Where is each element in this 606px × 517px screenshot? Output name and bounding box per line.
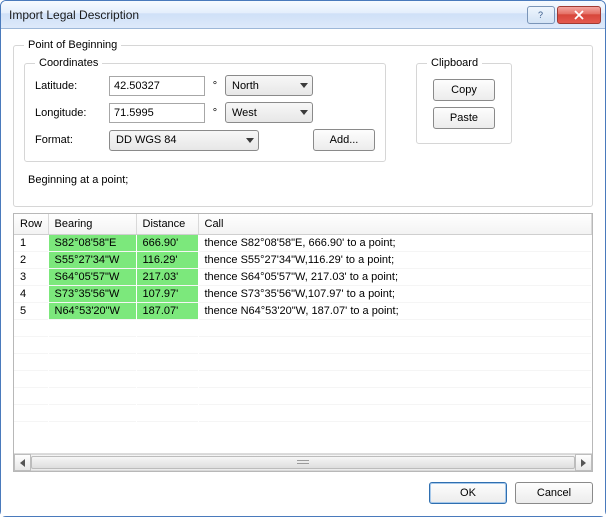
- triangle-right-icon: [581, 459, 586, 467]
- latitude-direction-select[interactable]: North: [225, 75, 313, 96]
- cell-bearing[interactable]: S55°27'34"W: [48, 251, 136, 268]
- cell-bearing[interactable]: S73°35'56"W: [48, 285, 136, 302]
- table-header-row: Row Bearing Distance Call: [14, 214, 592, 234]
- table-row-empty: [14, 353, 592, 370]
- degree-symbol: °: [209, 80, 221, 92]
- dialog-footer: OK Cancel: [13, 472, 593, 504]
- cell-row: 5: [14, 302, 48, 319]
- title-bar: Import Legal Description ?: [1, 1, 605, 29]
- table-row[interactable]: 3S64°05'57"W217.03'thence S64°05'57"W, 2…: [14, 268, 592, 285]
- scroll-thumb[interactable]: [31, 456, 575, 469]
- triangle-left-icon: [20, 459, 25, 467]
- horizontal-scrollbar[interactable]: [14, 453, 592, 471]
- degree-symbol: °: [209, 107, 221, 119]
- cell-distance[interactable]: 666.90': [136, 234, 198, 251]
- table-row[interactable]: 1S82°08'58"E666.90'thence S82°08'58"E, 6…: [14, 234, 592, 251]
- cell-call[interactable]: thence S64°05'57"W, 217.03' to a point;: [198, 268, 592, 285]
- col-header-call[interactable]: Call: [198, 214, 592, 234]
- scroll-left-button[interactable]: [14, 454, 31, 471]
- paste-button[interactable]: Paste: [433, 107, 495, 129]
- point-of-beginning-group: Point of Beginning Coordinates Latitude:…: [13, 39, 593, 207]
- longitude-input[interactable]: [109, 103, 205, 123]
- copy-button[interactable]: Copy: [433, 79, 495, 101]
- table-row[interactable]: 4S73°35'56"W107.97'thence S73°35'56"W,10…: [14, 285, 592, 302]
- table-row-empty: [14, 387, 592, 404]
- chevron-down-icon: [300, 110, 308, 115]
- format-select[interactable]: DD WGS 84: [109, 130, 259, 151]
- table-row-empty: [14, 319, 592, 336]
- cell-distance[interactable]: 107.97': [136, 285, 198, 302]
- table-row[interactable]: 5N64°53'20"W187.07'thence N64°53'20"W, 1…: [14, 302, 592, 319]
- cell-row: 1: [14, 234, 48, 251]
- format-label: Format:: [35, 134, 105, 146]
- table-row-empty: [14, 370, 592, 387]
- grip-icon: [297, 460, 309, 466]
- longitude-direction-select[interactable]: West: [225, 102, 313, 123]
- beginning-text: Beginning at a point;: [28, 174, 580, 186]
- cell-row: 3: [14, 268, 48, 285]
- add-button[interactable]: Add...: [313, 129, 375, 151]
- close-button[interactable]: [557, 6, 601, 24]
- svg-text:?: ?: [538, 10, 543, 20]
- longitude-direction-value: West: [232, 107, 294, 119]
- scroll-track[interactable]: [31, 454, 575, 471]
- cell-row: 4: [14, 285, 48, 302]
- cell-bearing[interactable]: S64°05'57"W: [48, 268, 136, 285]
- cell-bearing[interactable]: S82°08'58"E: [48, 234, 136, 251]
- help-button[interactable]: ?: [527, 6, 555, 24]
- table-row-empty: [14, 336, 592, 353]
- clipboard-legend: Clipboard: [427, 57, 482, 69]
- ok-button[interactable]: OK: [429, 482, 507, 504]
- col-header-distance[interactable]: Distance: [136, 214, 198, 234]
- cell-call[interactable]: thence N64°53'20"W, 187.07' to a point;: [198, 302, 592, 319]
- latitude-input[interactable]: [109, 76, 205, 96]
- cell-bearing[interactable]: N64°53'20"W: [48, 302, 136, 319]
- window-title: Import Legal Description: [9, 8, 525, 22]
- col-header-row[interactable]: Row: [14, 214, 48, 234]
- coordinates-legend: Coordinates: [35, 57, 102, 69]
- cell-call[interactable]: thence S82°08'58"E, 666.90' to a point;: [198, 234, 592, 251]
- cancel-button[interactable]: Cancel: [515, 482, 593, 504]
- pob-legend: Point of Beginning: [24, 39, 121, 51]
- cell-call[interactable]: thence S73°35'56"W,107.97' to a point;: [198, 285, 592, 302]
- table-row[interactable]: 2S55°27'34"W116.29'thence S55°27'34"W,11…: [14, 251, 592, 268]
- cell-row: 2: [14, 251, 48, 268]
- chevron-down-icon: [300, 83, 308, 88]
- calls-table: Row Bearing Distance Call 1S82°08'58"E66…: [13, 213, 593, 472]
- scroll-right-button[interactable]: [575, 454, 592, 471]
- coordinates-group: Coordinates Latitude: ° North Longitude:…: [24, 57, 386, 162]
- client-area: Point of Beginning Coordinates Latitude:…: [1, 29, 605, 516]
- cell-distance[interactable]: 217.03': [136, 268, 198, 285]
- cell-distance[interactable]: 187.07': [136, 302, 198, 319]
- format-value: DD WGS 84: [116, 134, 240, 146]
- cell-distance[interactable]: 116.29': [136, 251, 198, 268]
- longitude-label: Longitude:: [35, 107, 105, 119]
- clipboard-group: Clipboard Copy Paste: [416, 57, 512, 144]
- cell-call[interactable]: thence S55°27'34"W,116.29' to a point;: [198, 251, 592, 268]
- col-header-bearing[interactable]: Bearing: [48, 214, 136, 234]
- table-row-empty: [14, 404, 592, 421]
- latitude-direction-value: North: [232, 80, 294, 92]
- chevron-down-icon: [246, 138, 254, 143]
- latitude-label: Latitude:: [35, 80, 105, 92]
